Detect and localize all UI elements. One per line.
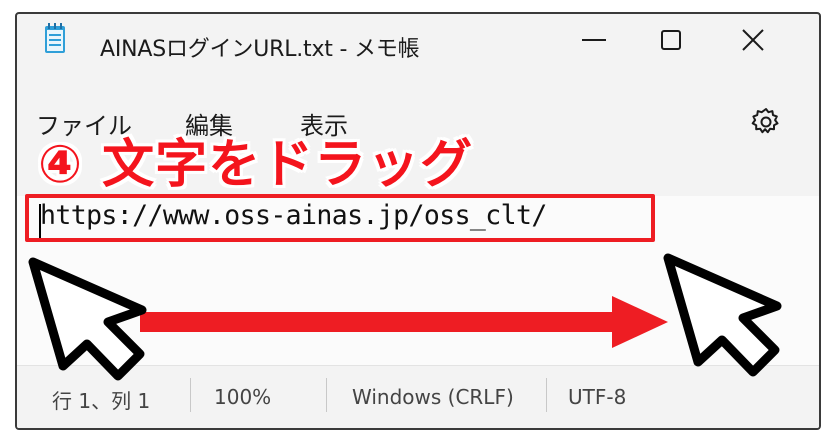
maximize-icon[interactable] (651, 20, 691, 60)
instruction-label: ④ 文字をドラッグ (38, 135, 474, 195)
close-icon[interactable] (733, 20, 773, 60)
url-highlight-box (25, 194, 655, 242)
status-zoom[interactable]: 100% (214, 385, 271, 409)
minimize-icon[interactable] (574, 20, 614, 60)
gear-icon[interactable] (750, 106, 782, 138)
status-line-ending[interactable]: Windows (CRLF) (352, 385, 514, 409)
status-position: 行 1、列 1 (52, 389, 151, 413)
status-divider (326, 378, 327, 412)
status-encoding[interactable]: UTF-8 (568, 385, 626, 409)
status-divider (190, 378, 191, 412)
window-title: AINASログインURL.txt - メモ帳 (100, 37, 420, 62)
status-divider (546, 378, 547, 412)
notepad-icon (45, 23, 65, 53)
